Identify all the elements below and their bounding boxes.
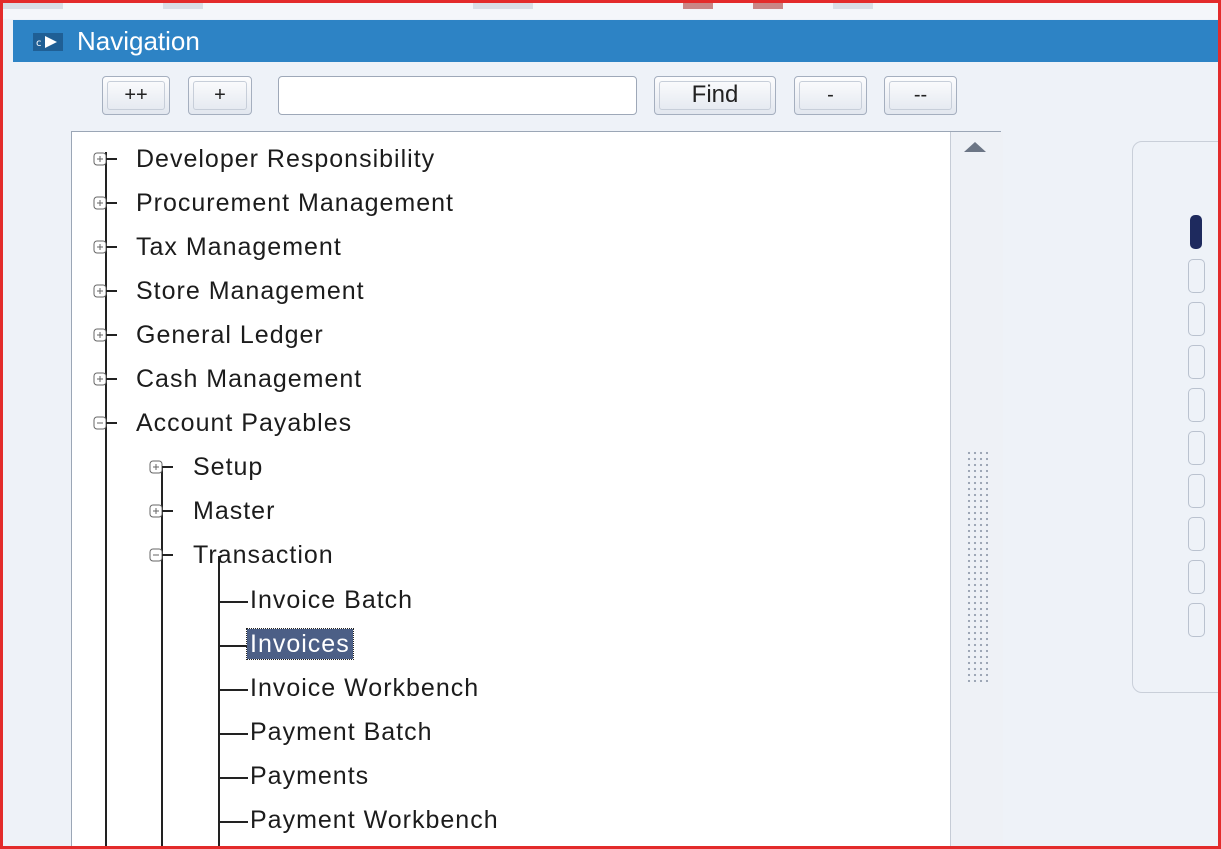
tree-node-invoice-batch[interactable]: Invoice Batch	[250, 585, 413, 615]
expand-node-icon[interactable]	[93, 240, 117, 254]
panel-slot[interactable]	[1188, 474, 1205, 508]
collapse-button[interactable]: -	[794, 76, 867, 115]
panel-slot[interactable]	[1188, 302, 1205, 336]
expand-node-icon[interactable]	[93, 328, 117, 342]
tree-node-invoices[interactable]: Invoices	[246, 628, 354, 660]
scroll-up-arrow-icon[interactable]	[964, 142, 986, 152]
expand-all-button[interactable]: ++	[102, 76, 170, 115]
expand-node-icon[interactable]	[93, 152, 117, 166]
navigation-titlebar: c Navigation	[13, 20, 1218, 62]
collapse-node-icon[interactable]	[149, 548, 173, 562]
tree-connector	[105, 152, 107, 846]
tree-connector	[218, 556, 220, 846]
scrollbar-grip-icon[interactable]	[966, 450, 988, 682]
tree-connector	[161, 467, 163, 846]
tree-node-master[interactable]: Master	[193, 496, 275, 526]
tree-node-developer-responsibility[interactable]: Developer Responsibility	[136, 144, 435, 174]
search-input[interactable]	[278, 76, 637, 115]
tree-connector	[218, 821, 248, 823]
expand-node-icon[interactable]	[93, 284, 117, 298]
panel-slot-active[interactable]	[1190, 215, 1202, 249]
panel-slot[interactable]	[1188, 517, 1205, 551]
expand-node-icon[interactable]	[93, 372, 117, 386]
navigator-icon: c	[33, 33, 63, 51]
tree-node-payments[interactable]: Payments	[250, 761, 369, 791]
expand-node-icon[interactable]	[149, 504, 173, 518]
panel-slot[interactable]	[1188, 603, 1205, 637]
tree-node-cash-management[interactable]: Cash Management	[136, 364, 362, 394]
tree-node-tax-management[interactable]: Tax Management	[136, 232, 342, 262]
function-panel	[1132, 141, 1218, 693]
tree-node-general-ledger[interactable]: General Ledger	[136, 320, 324, 350]
tree-connector	[218, 733, 248, 735]
tree-node-invoice-workbench[interactable]: Invoice Workbench	[250, 673, 479, 703]
collapse-node-icon[interactable]	[93, 416, 117, 430]
panel-slot[interactable]	[1188, 431, 1205, 465]
tree-node-transaction[interactable]: Transaction	[193, 540, 334, 570]
svg-text:c: c	[36, 38, 42, 49]
expand-node-icon[interactable]	[149, 460, 173, 474]
tree-node-setup[interactable]: Setup	[193, 452, 263, 482]
tree-node-procurement-management[interactable]: Procurement Management	[136, 188, 454, 218]
panel-slot[interactable]	[1188, 388, 1205, 422]
expand-button[interactable]: +	[188, 76, 252, 115]
tree-connector	[218, 601, 248, 603]
expand-node-icon[interactable]	[93, 196, 117, 210]
find-button[interactable]: Find	[654, 76, 776, 115]
tree-node-payment-workbench[interactable]: Payment Workbench	[250, 805, 499, 835]
tree-node-store-management[interactable]: Store Management	[136, 276, 365, 306]
collapse-all-button[interactable]: --	[884, 76, 957, 115]
tree-node-payment-batch[interactable]: Payment Batch	[250, 717, 433, 747]
tree-connector	[218, 777, 248, 779]
tree-connector	[218, 689, 248, 691]
screenshot-frame: c Navigation ++ + Find - -- Developer Re…	[0, 0, 1221, 849]
tree-connector	[218, 645, 248, 647]
panel-slot[interactable]	[1188, 259, 1205, 293]
panel-slot[interactable]	[1188, 560, 1205, 594]
panel-slot[interactable]	[1188, 345, 1205, 379]
navigation-tree[interactable]: Developer Responsibility Procurement Man…	[71, 131, 1003, 846]
window-title: Navigation	[77, 26, 200, 56]
top-strip	[3, 3, 1218, 19]
tree-node-account-payables[interactable]: Account Payables	[136, 408, 352, 438]
